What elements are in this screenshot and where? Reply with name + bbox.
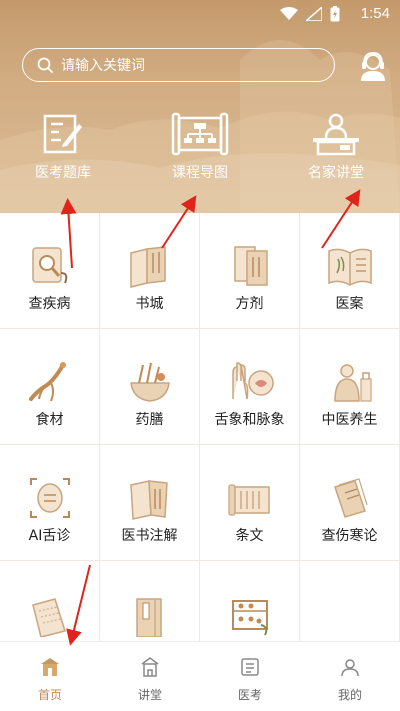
bookstore-icon xyxy=(130,246,166,288)
ai-tongue-icon xyxy=(30,478,70,518)
grid-item-medicinal-diet[interactable]: 药膳 xyxy=(100,329,200,445)
medicinal-diet-icon xyxy=(130,362,170,402)
lecture-icon xyxy=(313,113,359,156)
grid-item-prescription[interactable]: 方剂 xyxy=(200,213,300,329)
signal-icon xyxy=(306,7,322,21)
grid-label: 医案 xyxy=(335,296,364,312)
feature-course-map[interactable]: 课程导图 xyxy=(145,112,255,192)
wifi-icon xyxy=(280,7,298,20)
customer-service-icon[interactable] xyxy=(358,50,388,82)
battery-icon xyxy=(330,6,340,22)
grid-item-bookstore[interactable]: 书城 xyxy=(100,213,200,329)
home-icon xyxy=(41,658,59,676)
nav-home[interactable]: 首页 xyxy=(0,642,100,711)
disease-search-icon xyxy=(32,247,68,284)
grid-item-empty xyxy=(300,561,400,641)
feature-label: 医考题库 xyxy=(35,165,91,181)
grid-item-ai-tongue[interactable]: AI舌诊 xyxy=(0,445,100,561)
grid-item-abacus[interactable] xyxy=(200,561,300,641)
search-placeholder: 请输入关键词 xyxy=(61,58,145,74)
grid-item-book-annotation[interactable]: 医书注解 xyxy=(100,445,200,561)
header-banner: 1:54 请输入关键词 医考题库 课程导图 名家讲堂 xyxy=(0,0,400,213)
status-icons xyxy=(280,6,340,22)
profile-icon xyxy=(341,659,359,677)
health-care-icon xyxy=(334,364,372,402)
grid-item-notebook[interactable] xyxy=(0,561,100,641)
grid-label: 书城 xyxy=(135,296,164,312)
grid-label: 查伤寒论 xyxy=(321,528,378,544)
grid-label: 食材 xyxy=(35,412,64,428)
feature-exam-bank[interactable]: 医考题库 xyxy=(8,112,118,192)
exam-bank-icon xyxy=(43,114,82,154)
nav-label: 首页 xyxy=(37,688,62,702)
ingredient-icon xyxy=(29,362,66,402)
grid-item-ingredient[interactable]: 食材 xyxy=(0,329,100,445)
article-icon xyxy=(228,484,270,516)
nav-profile[interactable]: 我的 xyxy=(300,642,400,711)
nav-lecture-hall[interactable]: 讲堂 xyxy=(100,642,200,711)
lecture-hall-icon xyxy=(141,657,159,677)
feature-label: 课程导图 xyxy=(172,165,228,181)
course-map-icon xyxy=(171,112,229,156)
grid-item-disease[interactable]: 查疾病 xyxy=(0,213,100,329)
prescription-icon xyxy=(234,246,268,286)
exam-icon xyxy=(241,658,259,676)
status-time: 1:54 xyxy=(360,5,390,22)
notebook-icon xyxy=(32,598,66,637)
grid-item-article[interactable]: 条文 xyxy=(200,445,300,561)
feature-label: 名家讲堂 xyxy=(308,165,364,181)
grid-item-tongue-pulse[interactable]: 舌象和脉象 xyxy=(200,329,300,445)
nav-label: 讲堂 xyxy=(137,688,162,702)
nav-label: 我的 xyxy=(337,688,362,702)
status-bar: 1:54 xyxy=(0,0,400,30)
nav-exam[interactable]: 医考 xyxy=(200,642,300,711)
grid-label: 医书注解 xyxy=(121,528,178,544)
classic-book-icon xyxy=(136,598,162,637)
shanghan-icon xyxy=(334,478,368,518)
grid-label: AI舌诊 xyxy=(28,528,71,544)
grid-label: 舌象和脉象 xyxy=(214,412,285,428)
nav-label: 医考 xyxy=(237,688,262,702)
feature-lecture[interactable]: 名家讲堂 xyxy=(281,112,391,192)
grid-item-shanghan[interactable]: 查伤寒论 xyxy=(300,445,400,561)
grid-label: 中医养生 xyxy=(321,412,378,428)
search-input[interactable]: 请输入关键词 xyxy=(22,48,335,82)
medical-case-icon xyxy=(328,248,372,286)
grid-label: 方剂 xyxy=(235,296,264,312)
tongue-pulse-icon xyxy=(232,362,274,400)
grid-label: 药膳 xyxy=(135,412,164,428)
grid-label: 条文 xyxy=(235,528,264,544)
grid-label: 查疾病 xyxy=(28,296,71,312)
book-annotation-icon xyxy=(130,480,168,520)
grid-item-health-care[interactable]: 中医养生 xyxy=(300,329,400,445)
bottom-navigation: 首页 讲堂 医考 我的 xyxy=(0,641,400,711)
grid-item-classic-book[interactable] xyxy=(100,561,200,641)
search-icon xyxy=(37,57,53,73)
abacus-icon xyxy=(232,600,268,636)
grid-item-medical-case[interactable]: 医案 xyxy=(300,213,400,329)
